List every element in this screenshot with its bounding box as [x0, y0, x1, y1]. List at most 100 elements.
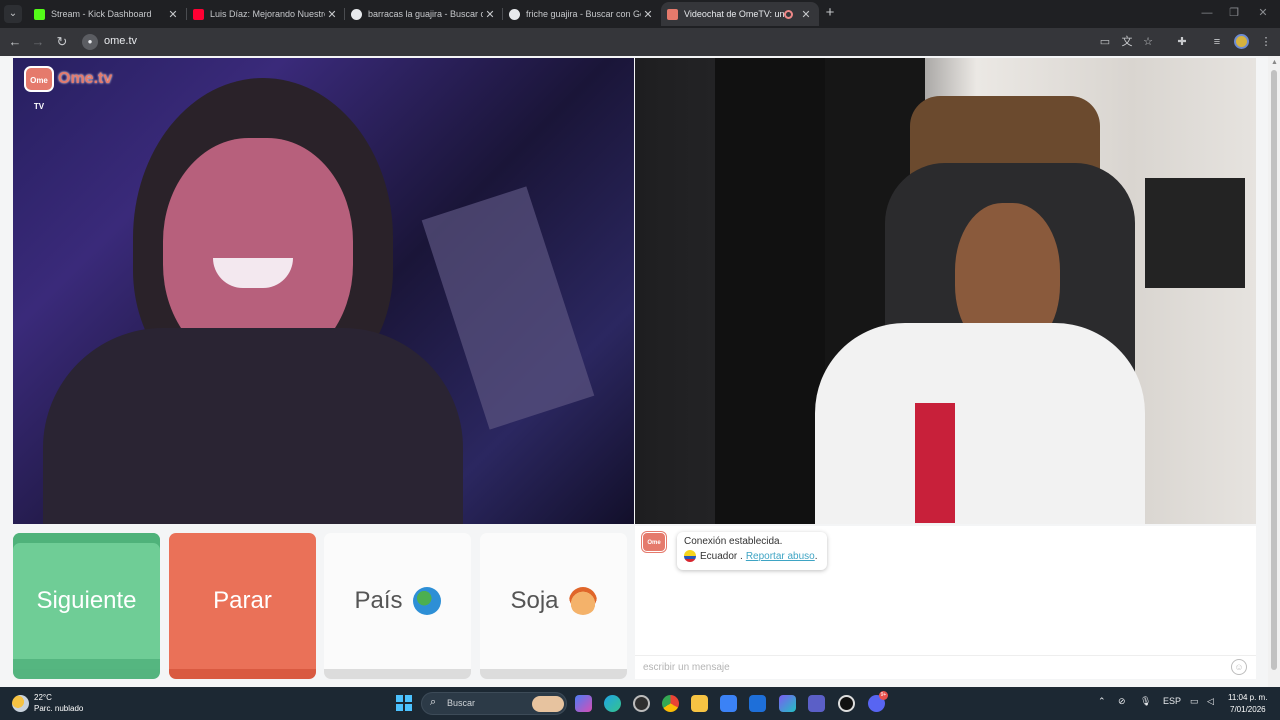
search-icon: ⌕: [430, 696, 437, 708]
network-off-icon[interactable]: ⊘: [1118, 696, 1126, 707]
tab-google-barracas[interactable]: barracas la guajira - Buscar con ✕: [345, 2, 503, 26]
microsoft-365-icon[interactable]: [779, 695, 796, 712]
close-icon[interactable]: ✕: [325, 8, 339, 21]
tab-search-icon[interactable]: ⌄: [4, 5, 22, 23]
tab-title: Luis Díaz: Mejorando Nuestro Ni: [210, 9, 325, 19]
clock-date[interactable]: 7/01/2026: [1230, 705, 1266, 714]
partner-country: Ecuador .: [700, 550, 743, 562]
ometv-logo[interactable]: Ome TV Ome.tv: [24, 66, 113, 111]
remote-video: Ome TV Ome.tv: [13, 58, 634, 524]
address-bar[interactable]: [78, 31, 1138, 53]
reload-icon[interactable]: ↻: [53, 33, 71, 51]
copilot-icon[interactable]: [575, 695, 592, 712]
country-button-label: País: [354, 587, 403, 614]
chat-message-input[interactable]: escribir un mensaje: [643, 662, 730, 673]
close-icon[interactable]: ✕: [799, 8, 813, 21]
discord-notification-badge: 9+: [879, 691, 888, 700]
report-abuse-link[interactable]: Reportar abuso: [746, 551, 815, 562]
ometv-chat-avatar: Ome TV: [642, 532, 666, 566]
site-info-icon[interactable]: ●: [82, 34, 98, 50]
browser-toolbar: ← → ↻: [0, 28, 1280, 56]
edge-icon[interactable]: [604, 695, 621, 712]
display-icon[interactable]: ▭: [1190, 696, 1199, 707]
weather-temperature[interactable]: 22°C: [34, 693, 52, 702]
back-icon[interactable]: ←: [6, 33, 24, 51]
tab-google-friche[interactable]: friche guajira - Buscar con Goog ✕: [503, 2, 661, 26]
globe-icon: [412, 587, 441, 615]
page-scrollbar[interactable]: ▲: [1268, 56, 1280, 687]
emoji-picker-icon[interactable]: ☺: [1231, 659, 1247, 675]
language-indicator[interactable]: ESP: [1163, 696, 1181, 706]
tab-strip: ⌄ Stream - Kick Dashboard ✕ Luis Díaz: M…: [0, 0, 1280, 28]
forward-icon[interactable]: →: [29, 33, 47, 51]
connection-status: Conexión establecida.: [684, 536, 783, 547]
capcut-icon[interactable]: [838, 695, 855, 712]
next-button[interactable]: Siguiente: [13, 533, 160, 679]
obs-icon[interactable]: [633, 695, 650, 712]
url-text[interactable]: ome.tv: [104, 35, 137, 47]
partly-cloudy-icon[interactable]: [12, 695, 29, 712]
gender-filter-button[interactable]: Soja: [480, 533, 627, 679]
person-body-shape: [43, 328, 463, 524]
windows-taskbar: 22°C Parc. nublado ⌕ Buscar 9+ ⌃ ⊘ 🎙 ESP…: [0, 687, 1280, 720]
tab-ometv[interactable]: Videochat de OmeTV: una a ✕: [661, 2, 819, 26]
local-video: [635, 58, 1256, 524]
ecuador-flag-icon: [684, 550, 696, 562]
teams-icon[interactable]: [808, 695, 825, 712]
stop-button[interactable]: Parar: [169, 533, 316, 679]
outlook-icon[interactable]: [749, 695, 766, 712]
microphone-icon[interactable]: 🎙: [1140, 696, 1151, 707]
person-emoji-icon: [568, 587, 597, 615]
clock-time[interactable]: 11:04 p. m.: [1228, 693, 1267, 702]
ometv-page: Ome TV Ome.tv Siguiente Parar País Soja …: [0, 56, 1280, 687]
profile-avatar[interactable]: [1234, 34, 1249, 49]
jersey-shape: [815, 323, 1145, 524]
extensions-icon[interactable]: ✚: [1174, 34, 1190, 50]
reading-list-icon[interactable]: ≡: [1209, 34, 1225, 50]
system-message: Conexión establecida. Ecuador . Reportar…: [677, 532, 827, 570]
scroll-thumb[interactable]: [1271, 70, 1277, 670]
ometv-icon: [667, 8, 678, 20]
tab-title: barracas la guajira - Buscar con: [368, 9, 483, 19]
google-icon: [351, 8, 362, 20]
chat-divider: [635, 655, 1256, 656]
search-highlight-image: [532, 696, 564, 712]
next-button-label: Siguiente: [36, 587, 137, 614]
volume-icon[interactable]: ◁: [1207, 696, 1214, 707]
scroll-up-icon[interactable]: ▲: [1271, 59, 1278, 66]
chat-panel: Ome TV Conexión establecida. Ecuador . R…: [635, 526, 1256, 679]
taskbar-search-label: Buscar: [447, 698, 476, 708]
taskbar-search[interactable]: ⌕ Buscar: [421, 692, 567, 715]
microsoft-store-icon[interactable]: [720, 695, 737, 712]
cast-icon[interactable]: ▭: [1097, 34, 1113, 50]
ometv-badge: Ome TV: [24, 66, 54, 111]
youtube-icon: [193, 8, 204, 20]
translate-icon[interactable]: 文: [1119, 34, 1135, 50]
tab-kick-dashboard[interactable]: Stream - Kick Dashboard ✕: [28, 2, 186, 26]
menu-icon[interactable]: ⋮: [1258, 34, 1274, 50]
tab-title: friche guajira - Buscar con Goog: [526, 9, 641, 19]
country-filter-button[interactable]: País: [324, 533, 471, 679]
close-icon[interactable]: ✕: [483, 8, 497, 21]
new-tab-button[interactable]: +: [822, 4, 838, 22]
close-window-button[interactable]: ✕: [1252, 4, 1274, 22]
kick-icon: [34, 8, 45, 20]
close-icon[interactable]: ✕: [641, 8, 655, 21]
tab-title: Stream - Kick Dashboard: [51, 9, 152, 19]
close-icon[interactable]: ✕: [166, 8, 180, 21]
file-explorer-icon[interactable]: [691, 695, 708, 712]
chrome-icon[interactable]: [662, 695, 679, 712]
windows-start-icon[interactable]: [396, 695, 412, 711]
ometv-logo-text: Ome.tv: [58, 70, 113, 87]
minimize-button[interactable]: —: [1196, 4, 1218, 22]
jersey-stripe-shape: [915, 403, 955, 523]
gender-button-label: Soja: [510, 587, 559, 614]
google-icon: [509, 8, 520, 20]
tab-youtube[interactable]: Luis Díaz: Mejorando Nuestro Ni ✕: [187, 2, 345, 26]
bookmark-star-icon[interactable]: ☆: [1140, 34, 1156, 50]
maximize-button[interactable]: ❐: [1223, 4, 1245, 22]
tray-overflow-icon[interactable]: ⌃: [1098, 696, 1106, 707]
report-suffix: .: [814, 550, 818, 562]
mic-screen-shape: [1145, 178, 1245, 288]
weather-condition[interactable]: Parc. nublado: [34, 704, 83, 713]
